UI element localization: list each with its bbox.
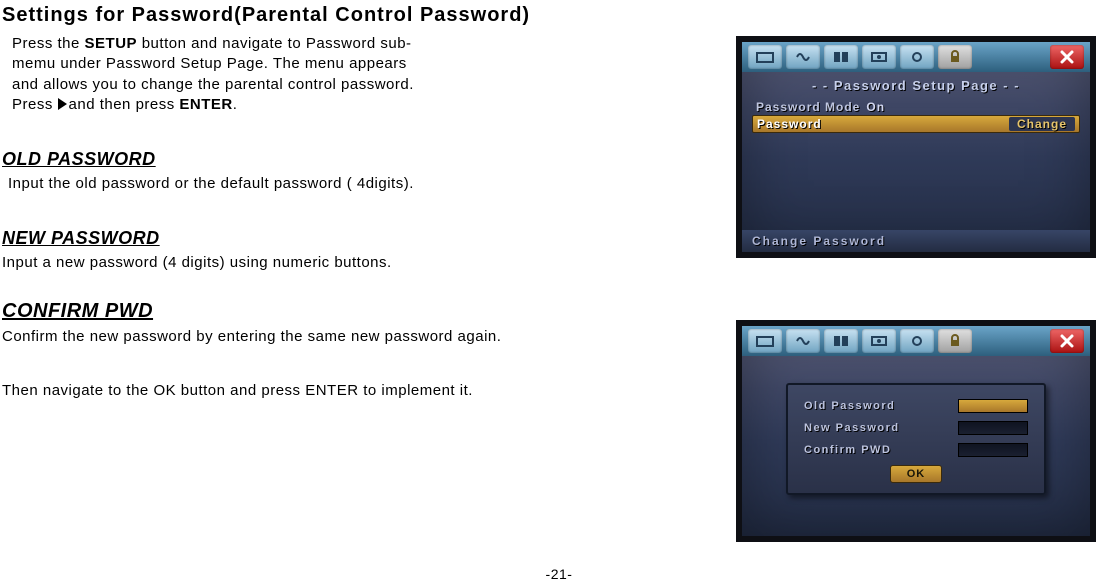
tab-dolby-icon <box>824 329 858 353</box>
osd-tab-bar <box>742 326 1090 356</box>
dialog-row-confirm-pwd: Confirm PWD <box>804 443 1028 457</box>
label: Old Password <box>804 400 895 412</box>
tab-exit-icon <box>1050 329 1084 353</box>
text: button and press <box>176 382 305 399</box>
text: and then press <box>69 96 180 113</box>
setup-keyword: SETUP <box>85 35 138 52</box>
tab-audio-icon <box>786 45 820 69</box>
right-arrow-icon <box>58 98 67 110</box>
tab-preference-icon <box>900 329 934 353</box>
ok-keyword: OK <box>153 382 176 399</box>
new-password-heading: NEW PASSWORD <box>2 228 562 249</box>
confirm-pwd-heading: CONFIRM PWD <box>2 300 562 323</box>
confirm-pwd-text: Confirm the new password by entering the… <box>2 327 562 347</box>
tab-dolby-icon <box>824 45 858 69</box>
dialog-row-new-password: New Password <box>804 421 1028 435</box>
tab-audio-icon <box>786 329 820 353</box>
label: Password Mode <box>756 100 860 114</box>
label: New Password <box>804 422 900 434</box>
value: On <box>866 100 885 114</box>
text: to implement it. <box>359 382 473 399</box>
intro-paragraph: Press the SETUP button and navigate to P… <box>2 34 562 115</box>
instruction-column: Press the SETUP button and navigate to P… <box>2 34 562 401</box>
text: Press the <box>12 35 85 52</box>
osd-tab-bar <box>742 42 1090 72</box>
then-paragraph: Then navigate to the OK button and press… <box>2 381 562 401</box>
tab-exit-icon <box>1050 45 1084 69</box>
text: Press <box>12 96 53 113</box>
input-field <box>958 443 1028 457</box>
tab-general-icon <box>748 329 782 353</box>
enter-keyword: ENTER <box>305 382 358 399</box>
osd-status-bar: Change Password <box>742 230 1090 252</box>
osd-menu-area: Old Password New Password Confirm PWD OK <box>742 356 1090 536</box>
tab-general-icon <box>748 45 782 69</box>
text: button and navigate to Password sub- <box>137 35 412 52</box>
old-password-heading: OLD PASSWORD <box>2 149 562 170</box>
label: Confirm PWD <box>804 444 891 456</box>
text: memu under Password Setup Page. The menu… <box>12 54 562 74</box>
tab-password-icon <box>938 329 972 353</box>
osd-row-password-change: Password Change <box>752 115 1080 133</box>
label: Password <box>757 117 822 131</box>
text: and allows you to change the parental co… <box>12 75 562 95</box>
tab-preference-icon <box>900 45 934 69</box>
text: Then navigate to the <box>2 382 153 399</box>
tab-password-icon <box>938 45 972 69</box>
screenshot-change-password-dialog: Old Password New Password Confirm PWD OK <box>736 320 1096 542</box>
enter-keyword: ENTER <box>179 96 232 113</box>
input-field <box>958 421 1028 435</box>
osd-row-password-mode: Password Mode On <box>752 99 1080 115</box>
page-number: -21- <box>546 566 573 582</box>
tab-video-icon <box>862 45 896 69</box>
text: . <box>233 96 238 113</box>
screenshot-password-setup-page: - - Password Setup Page - - Password Mod… <box>736 36 1096 258</box>
change-password-dialog: Old Password New Password Confirm PWD OK <box>786 383 1046 495</box>
tab-video-icon <box>862 329 896 353</box>
old-password-text: Input the old password or the default pa… <box>2 174 562 194</box>
value: Change <box>1009 117 1075 131</box>
osd-menu-area: - - Password Setup Page - - Password Mod… <box>742 72 1090 230</box>
osd-heading: - - Password Setup Page - - <box>752 78 1080 93</box>
input-field <box>958 399 1028 413</box>
new-password-text: Input a new password (4 digits) using nu… <box>2 253 562 273</box>
dialog-ok-button: OK <box>890 465 943 483</box>
dialog-row-old-password: Old Password <box>804 399 1028 413</box>
